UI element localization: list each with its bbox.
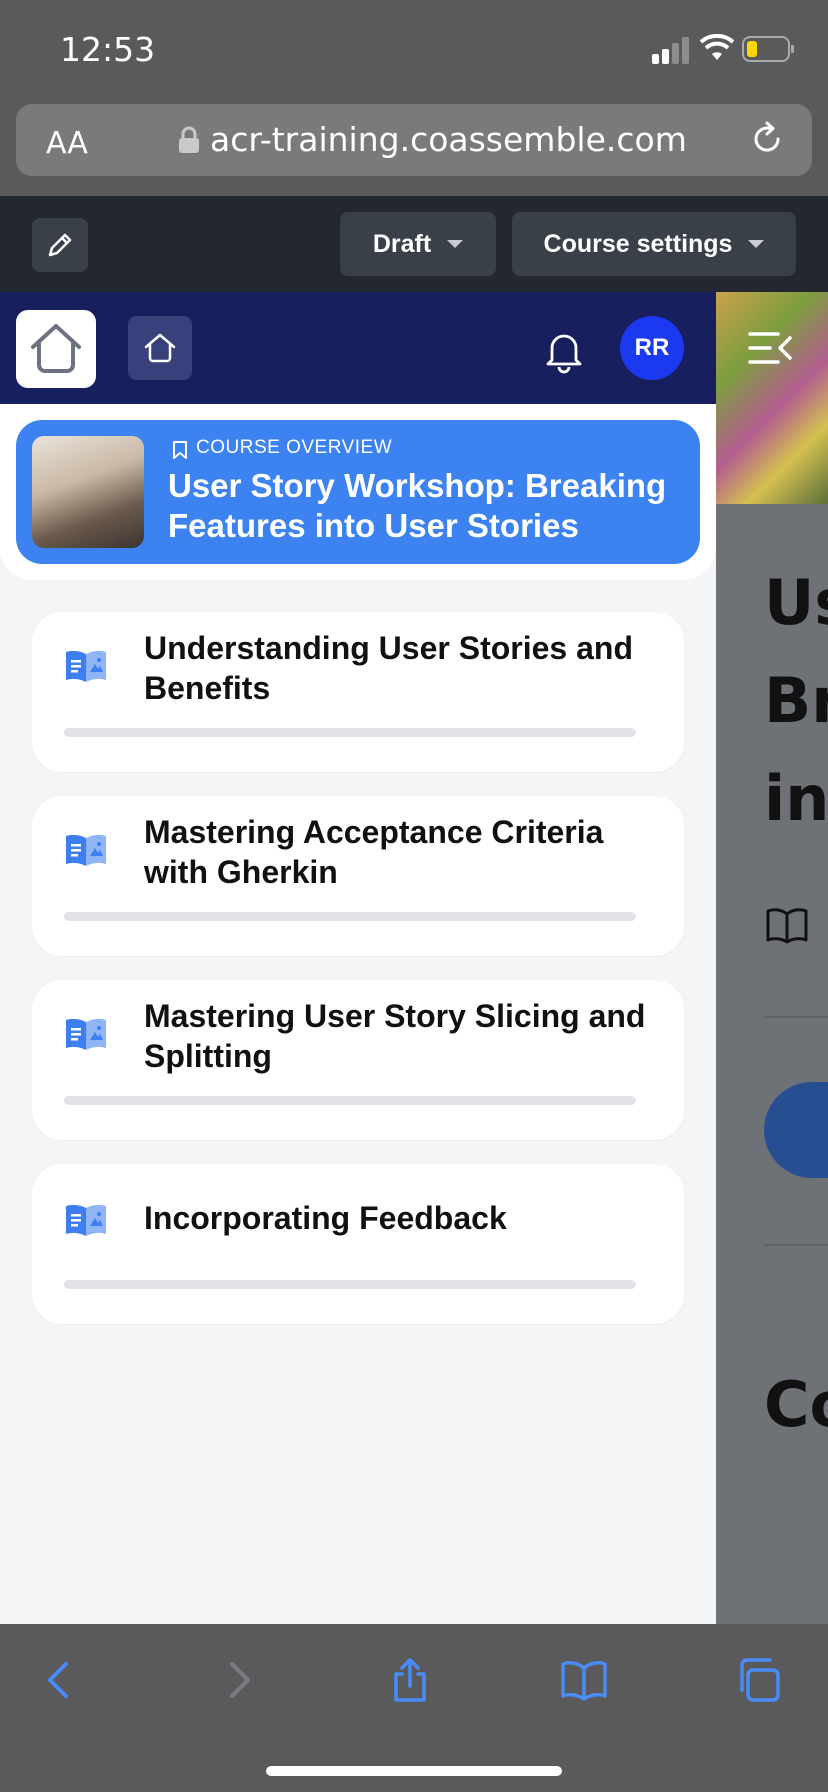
back-icon[interactable]	[36, 1656, 84, 1704]
text-size-button[interactable]: AA	[46, 126, 88, 161]
peek-title-line: Us	[764, 566, 828, 639]
chevron-down-icon	[748, 240, 765, 248]
course-overview-label: COURSE OVERVIEW	[196, 437, 393, 458]
share-icon[interactable]	[386, 1656, 434, 1704]
lesson-item[interactable]: Incorporating Feedback	[32, 1164, 684, 1324]
notification-bell-icon[interactable]	[540, 326, 588, 374]
lesson-icon	[66, 1018, 106, 1050]
home-button[interactable]	[128, 316, 192, 380]
url-text: acr-training.coassemble.com	[210, 120, 687, 159]
status-dropdown-label: Draft	[372, 229, 432, 258]
lock-icon	[179, 126, 199, 153]
user-avatar[interactable]: RR	[620, 316, 684, 380]
lesson-icon	[66, 834, 106, 866]
peek-title-line: Br	[764, 664, 828, 737]
lesson-title: Incorporating Feedback	[144, 1200, 507, 1236]
book-icon	[766, 908, 808, 944]
forward-icon[interactable]	[214, 1656, 262, 1704]
lesson-title: Mastering User Story Slicing and Splitti…	[144, 998, 646, 1074]
lesson-progress-bar	[64, 912, 636, 921]
course-settings-dropdown[interactable]: Course settings	[512, 212, 796, 276]
home-icon	[144, 333, 176, 363]
lesson-item[interactable]: Mastering User Story Slicing and Splitti…	[32, 980, 684, 1140]
lesson-icon	[66, 650, 106, 682]
app-logo[interactable]	[16, 310, 96, 388]
divider	[764, 1016, 828, 1018]
status-time: 12:53	[60, 30, 156, 69]
cellular-signal-icon	[652, 37, 689, 64]
bookmark-icon	[173, 441, 187, 459]
pencil-icon	[48, 233, 72, 257]
lesson-progress-bar	[64, 1280, 636, 1289]
edit-button[interactable]	[32, 218, 88, 272]
peek-title-line: in	[764, 762, 828, 835]
lesson-progress-bar	[64, 728, 636, 737]
course-content-card	[716, 505, 828, 1515]
course-title: User Story Workshop: Breaking Features i…	[168, 467, 667, 544]
reload-icon[interactable]	[748, 120, 786, 158]
lesson-title: Understanding User Stories and Benefits	[144, 630, 633, 706]
home-indicator[interactable]	[266, 1766, 562, 1776]
sidebar-header	[0, 292, 716, 404]
tabs-icon[interactable]	[736, 1656, 784, 1704]
chevron-down-icon	[447, 240, 464, 248]
wifi-icon	[700, 34, 734, 60]
battery-icon	[742, 36, 794, 62]
lesson-progress-bar	[64, 1096, 636, 1105]
lesson-item[interactable]: Mastering Acceptance Criteria with Gherk…	[32, 796, 684, 956]
lesson-icon	[66, 1204, 106, 1236]
peek-section-heading: Co	[764, 1368, 828, 1441]
status-dropdown[interactable]: Draft	[340, 212, 496, 276]
course-cover-image	[716, 292, 828, 504]
home-logo-icon	[31, 324, 81, 373]
lesson-item[interactable]: Understanding User Stories and Benefits	[32, 612, 684, 772]
divider	[764, 1244, 828, 1246]
lesson-title: Mastering Acceptance Criteria with Gherk…	[144, 814, 604, 890]
bookmarks-icon[interactable]	[560, 1656, 608, 1704]
collapse-menu-icon[interactable]	[748, 330, 792, 366]
course-settings-label: Course settings	[543, 229, 733, 258]
course-thumbnail	[32, 436, 144, 548]
